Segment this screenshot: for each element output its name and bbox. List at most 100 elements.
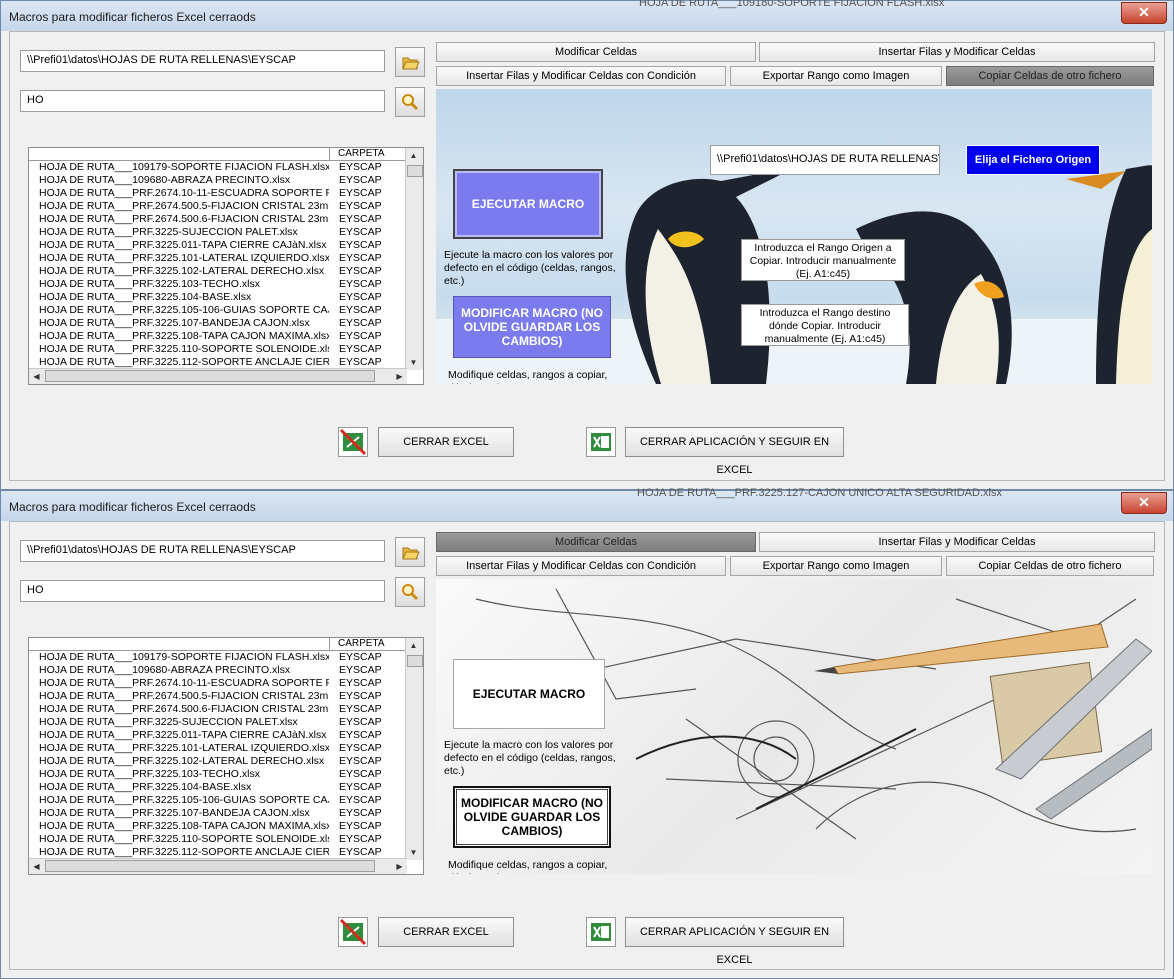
client-area: \\Prefi01\datos\HOJAS DE RUTA RELLENAS\E…	[9, 31, 1165, 481]
file-list[interactable]: CARPETA HOJA DE RUTA___109179-SOPORTE FI…	[28, 637, 424, 875]
browse-folder-button[interactable]	[395, 537, 425, 567]
horizontal-scroll-thumb[interactable]	[45, 860, 375, 872]
vertical-scroll-thumb[interactable]	[407, 165, 423, 177]
close-excel-icon-button[interactable]	[338, 917, 368, 947]
list-item[interactable]: HOJA DE RUTA___PRF.3225-SUJECCION PALET.…	[29, 226, 407, 239]
list-item[interactable]: HOJA DE RUTA___PRF.2674.500.5-FIJACION C…	[29, 690, 407, 703]
path-input[interactable]: \\Prefi01\datos\HOJAS DE RUTA RELLENAS\E…	[20, 540, 385, 562]
close-excel-icon-button[interactable]	[338, 427, 368, 457]
destination-range-input[interactable]: Introduzca el Rango destino dónde Copiar…	[741, 304, 909, 346]
list-item[interactable]: HOJA DE RUTA___PRF.3225.110-SOPORTE SOLE…	[29, 343, 407, 356]
list-item[interactable]: HOJA DE RUTA___PRF.3225.104-BASE.xlsx EYS…	[29, 291, 407, 304]
vertical-scroll-thumb[interactable]	[407, 655, 423, 667]
origin-file-path-input[interactable]: \\Prefi01\datos\HOJAS DE RUTA RELLENAS\H	[710, 145, 940, 175]
excel-crossed-icon	[339, 918, 367, 946]
list-item[interactable]: HOJA DE RUTA___109179-SOPORTE FIJACION F…	[29, 161, 407, 174]
vertical-scrollbar[interactable]: ▲ ▼	[405, 148, 423, 370]
list-item[interactable]: HOJA DE RUTA___PRF.3225.011-TAPA CIERRE …	[29, 239, 407, 252]
search-button[interactable]	[395, 87, 425, 117]
list-item[interactable]: HOJA DE RUTA___PRF.3225.110-SOPORTE SOLE…	[29, 833, 407, 846]
choose-origin-file-button[interactable]: Elija el Fichero Origen	[966, 145, 1100, 175]
magnifier-icon	[402, 94, 419, 111]
tab-modificar-celdas[interactable]: Modificar Celdas	[436, 532, 756, 552]
list-item[interactable]: HOJA DE RUTA___PRF.3225.101-LATERAL IZQU…	[29, 742, 407, 755]
folder-column-header: CARPETA	[329, 148, 385, 160]
title-bar: HOJA DE RUTA___PRF.3225.127-CAJON UNICO …	[1, 487, 1173, 521]
search-input[interactable]: HO	[20, 90, 385, 112]
scroll-up-arrow-icon[interactable]: ▲	[406, 638, 421, 653]
scroll-left-arrow-icon[interactable]: ◀	[29, 859, 44, 874]
scroll-right-arrow-icon[interactable]: ▶	[392, 369, 407, 384]
tab-copiar-celdas[interactable]: Copiar Celdas de otro fichero	[946, 556, 1154, 576]
list-item[interactable]: HOJA DE RUTA___PRF.3225.105-106-GUIAS SO…	[29, 304, 407, 317]
list-item[interactable]: HOJA DE RUTA___PRF.2674.10-11-ESCUADRA S…	[29, 187, 407, 200]
window-title: Macros para modificar ficheros Excel cer…	[9, 500, 256, 514]
scroll-up-arrow-icon[interactable]: ▲	[406, 148, 421, 163]
folder-open-icon	[402, 57, 420, 70]
close-app-continue-excel-button[interactable]: CERRAR APLICACIÓN Y SEGUIR EN EXCEL	[625, 917, 844, 966]
list-item[interactable]: HOJA DE RUTA___PRF.2674.500.6-FIJACION C…	[29, 703, 407, 716]
origin-range-input[interactable]: Introduzca el Rango Origen a Copiar. Int…	[741, 239, 905, 281]
list-item[interactable]: HOJA DE RUTA___PRF.3225.102-LATERAL DERE…	[29, 755, 407, 768]
scroll-left-arrow-icon[interactable]: ◀	[29, 369, 44, 384]
path-input[interactable]: \\Prefi01\datos\HOJAS DE RUTA RELLENAS\E…	[20, 50, 385, 72]
tab-insertar-filas[interactable]: Insertar Filas y Modificar Celdas	[759, 532, 1155, 552]
run-macro-note: Ejecute la macro con los valores por def…	[444, 739, 616, 777]
close-window-button[interactable]: ✕	[1121, 2, 1167, 24]
scroll-down-arrow-icon[interactable]: ▼	[406, 845, 421, 860]
tab-copiar-celdas[interactable]: Copiar Celdas de otro fichero	[946, 66, 1154, 86]
list-item[interactable]: HOJA DE RUTA___PRF.3225.103-TECHO.xlsx EY…	[29, 768, 407, 781]
modify-macro-button[interactable]: MODIFICAR MACRO (NO OLVIDE GUARDAR LOS C…	[453, 786, 611, 848]
list-item[interactable]: HOJA DE RUTA___PRF.3225.103-TECHO.xlsx EY…	[29, 278, 407, 291]
close-icon: ✕	[1138, 494, 1150, 510]
run-macro-button[interactable]: EJECUTAR MACRO	[453, 169, 603, 239]
list-item[interactable]: HOJA DE RUTA___109680-ABRAZA PRECINTO.xl…	[29, 174, 407, 187]
magnifier-icon	[402, 584, 419, 601]
list-item[interactable]: HOJA DE RUTA___109179-SOPORTE FIJACION F…	[29, 651, 407, 664]
excel-crossed-icon	[339, 428, 367, 456]
tab-exportar-rango[interactable]: Exportar Rango como Imagen	[730, 66, 942, 86]
background-window-text: HOJA DE RUTA___PRF.3225.127-CAJON UNICO …	[637, 487, 1002, 499]
vertical-scrollbar[interactable]: ▲ ▼	[405, 638, 423, 860]
window-title: Macros para modificar ficheros Excel cer…	[9, 10, 256, 24]
run-macro-button[interactable]: EJECUTAR MACRO	[453, 659, 605, 729]
list-item[interactable]: HOJA DE RUTA___PRF.3225.107-BANDEJA CAJO…	[29, 807, 407, 820]
file-list[interactable]: CARPETA HOJA DE RUTA___109179-SOPORTE FI…	[28, 147, 424, 385]
list-item[interactable]: HOJA DE RUTA___109680-ABRAZA PRECINTO.xl…	[29, 664, 407, 677]
list-item[interactable]: HOJA DE RUTA___PRF.2674.500.5-FIJACION C…	[29, 200, 407, 213]
list-item[interactable]: HOJA DE RUTA___PRF.2674.500.6-FIJACION C…	[29, 213, 407, 226]
tab-insertar-filas-condicion[interactable]: Insertar Filas y Modificar Celdas con Co…	[436, 556, 726, 576]
list-item[interactable]: HOJA DE RUTA___PRF.3225.011-TAPA CIERRE …	[29, 729, 407, 742]
list-item[interactable]: HOJA DE RUTA___PRF.3225-SUJECCION PALET.…	[29, 716, 407, 729]
scroll-right-arrow-icon[interactable]: ▶	[392, 859, 407, 874]
close-app-continue-excel-button[interactable]: CERRAR APLICACIÓN Y SEGUIR EN EXCEL	[625, 427, 844, 476]
scroll-down-arrow-icon[interactable]: ▼	[406, 355, 421, 370]
close-window-button[interactable]: ✕	[1121, 492, 1167, 514]
list-item[interactable]: HOJA DE RUTA___PRF.3225.104-BASE.xlsx EYS…	[29, 781, 407, 794]
list-item[interactable]: HOJA DE RUTA___PRF.3225.102-LATERAL DERE…	[29, 265, 407, 278]
list-header: CARPETA	[29, 148, 407, 161]
continue-excel-icon-button[interactable]	[586, 427, 616, 457]
horizontal-scroll-thumb[interactable]	[45, 370, 375, 382]
modify-macro-button[interactable]: MODIFICAR MACRO (NO OLVIDE GUARDAR LOS C…	[453, 296, 611, 358]
list-rows: HOJA DE RUTA___109179-SOPORTE FIJACION F…	[29, 161, 407, 369]
search-button[interactable]	[395, 577, 425, 607]
close-excel-button[interactable]: CERRAR EXCEL	[378, 917, 514, 947]
close-excel-button[interactable]: CERRAR EXCEL	[378, 427, 514, 457]
tab-insertar-filas-condicion[interactable]: Insertar Filas y Modificar Celdas con Co…	[436, 66, 726, 86]
tab-exportar-rango[interactable]: Exportar Rango como Imagen	[730, 556, 942, 576]
search-input[interactable]: HO	[20, 580, 385, 602]
tab-modificar-celdas[interactable]: Modificar Celdas	[436, 42, 756, 62]
list-item[interactable]: HOJA DE RUTA___PRF.3225.108-TAPA CAJON M…	[29, 820, 407, 833]
tab-insertar-filas[interactable]: Insertar Filas y Modificar Celdas	[759, 42, 1155, 62]
horizontal-scrollbar[interactable]: ◀ ▶	[29, 368, 407, 384]
list-item[interactable]: HOJA DE RUTA___PRF.3225.105-106-GUIAS SO…	[29, 794, 407, 807]
browse-folder-button[interactable]	[395, 47, 425, 77]
window-modify-cells: HOJA DE RUTA___PRF.3225.127-CAJON UNICO …	[0, 487, 1174, 979]
list-item[interactable]: HOJA DE RUTA___PRF.2674.10-11-ESCUADRA S…	[29, 677, 407, 690]
list-item[interactable]: HOJA DE RUTA___PRF.3225.101-LATERAL IZQU…	[29, 252, 407, 265]
list-item[interactable]: HOJA DE RUTA___PRF.3225.107-BANDEJA CAJO…	[29, 317, 407, 330]
continue-excel-icon-button[interactable]	[586, 917, 616, 947]
list-item[interactable]: HOJA DE RUTA___PRF.3225.108-TAPA CAJON M…	[29, 330, 407, 343]
horizontal-scrollbar[interactable]: ◀ ▶	[29, 858, 407, 874]
